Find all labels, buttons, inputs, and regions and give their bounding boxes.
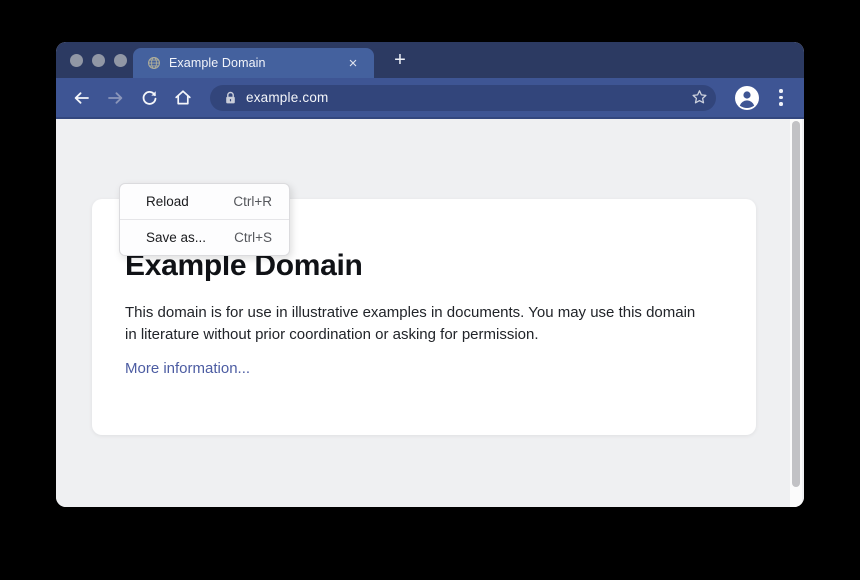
scrollbar-thumb[interactable] [792,121,800,487]
scrollbar-track[interactable] [790,119,802,507]
forward-arrow-icon [107,90,124,106]
address-bar[interactable]: example.com [210,85,716,111]
home-button[interactable] [168,83,198,113]
tab-title: Example Domain [169,56,344,70]
profile-button[interactable] [734,85,760,111]
maximize-window-button[interactable] [114,54,127,67]
tab-close-icon[interactable]: × [344,56,362,71]
menu-item-label: Save as... [146,230,206,245]
browser-window: Example Domain × + [56,42,804,507]
screenshot-stage: Example Domain × + [0,0,860,580]
kebab-dot [779,89,783,93]
page-viewport: Example Domain This domain is for use in… [56,119,804,507]
avatar-icon [734,85,760,111]
kebab-dot [779,102,783,106]
back-button[interactable] [66,83,96,113]
close-window-button[interactable] [70,54,83,67]
window-controls [70,54,127,67]
menu-item-label: Reload [146,194,189,209]
lock-icon [224,91,237,105]
context-menu: Reload Ctrl+R Save as... Ctrl+S [119,183,290,256]
reload-icon [141,89,158,106]
tab-strip: Example Domain × + [56,42,804,78]
star-icon [691,89,708,106]
page-paragraph: This domain is for use in illustrative e… [125,302,707,345]
home-icon [174,89,192,106]
kebab-dot [779,96,783,100]
forward-button[interactable] [100,83,130,113]
reload-button[interactable] [134,83,164,113]
browser-toolbar: example.com [56,78,804,119]
more-information-link[interactable]: More information... [125,360,250,377]
url-text[interactable]: example.com [246,90,691,105]
tab-example-domain[interactable]: Example Domain × [133,48,374,78]
context-menu-item-reload[interactable]: Reload Ctrl+R [120,184,289,219]
back-arrow-icon [73,90,90,106]
browser-menu-button[interactable] [770,83,792,113]
globe-favicon-icon [147,56,161,70]
menu-item-shortcut: Ctrl+S [234,230,272,245]
bookmark-button[interactable] [691,89,708,106]
new-tab-button[interactable]: + [386,46,414,74]
context-menu-item-save-as[interactable]: Save as... Ctrl+S [120,219,289,255]
minimize-window-button[interactable] [92,54,105,67]
menu-item-shortcut: Ctrl+R [233,194,272,209]
